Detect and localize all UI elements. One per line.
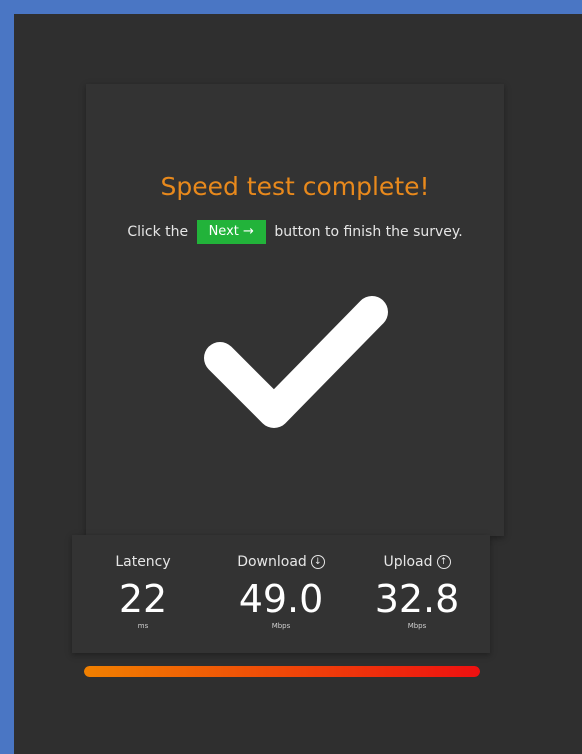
download-label: Download ↓: [216, 551, 346, 573]
latency-value: 22: [118, 577, 168, 621]
latency-stat: Latency 22 ms: [78, 551, 208, 631]
checkmark-icon: [204, 296, 388, 428]
upload-value: 32.8: [374, 577, 460, 621]
download-icon: ↓: [310, 555, 325, 569]
latency-unit: ms: [137, 622, 149, 630]
survey-card: Speed test complete! Click the Next → bu…: [86, 84, 504, 536]
completion-title: Speed test complete!: [160, 172, 430, 201]
message-prefix: Click the: [127, 224, 189, 240]
latency-label: Latency: [115, 554, 171, 570]
upload-unit: Mbps: [407, 622, 427, 630]
message-suffix: button to finish the survey.: [274, 224, 463, 240]
completion-message: Click the Next → button to finish the su…: [110, 220, 480, 244]
next-button-chip: Next →: [196, 220, 266, 244]
download-stat: Download ↓ 49.0 Mbps: [216, 551, 346, 631]
speed-stats-panel: Latency 22 ms Download ↓ 49.0 Mbps Upload…: [72, 535, 490, 653]
download-unit: Mbps: [271, 622, 291, 630]
progress-fill: [84, 666, 480, 677]
download-value: 49.0: [238, 577, 324, 621]
upload-stat: Upload ↑ 32.8 Mbps: [352, 551, 482, 631]
upload-label: Upload ↑: [352, 551, 482, 573]
upload-icon: ↑: [436, 555, 451, 569]
speed-test-progress-bar: [84, 666, 480, 677]
